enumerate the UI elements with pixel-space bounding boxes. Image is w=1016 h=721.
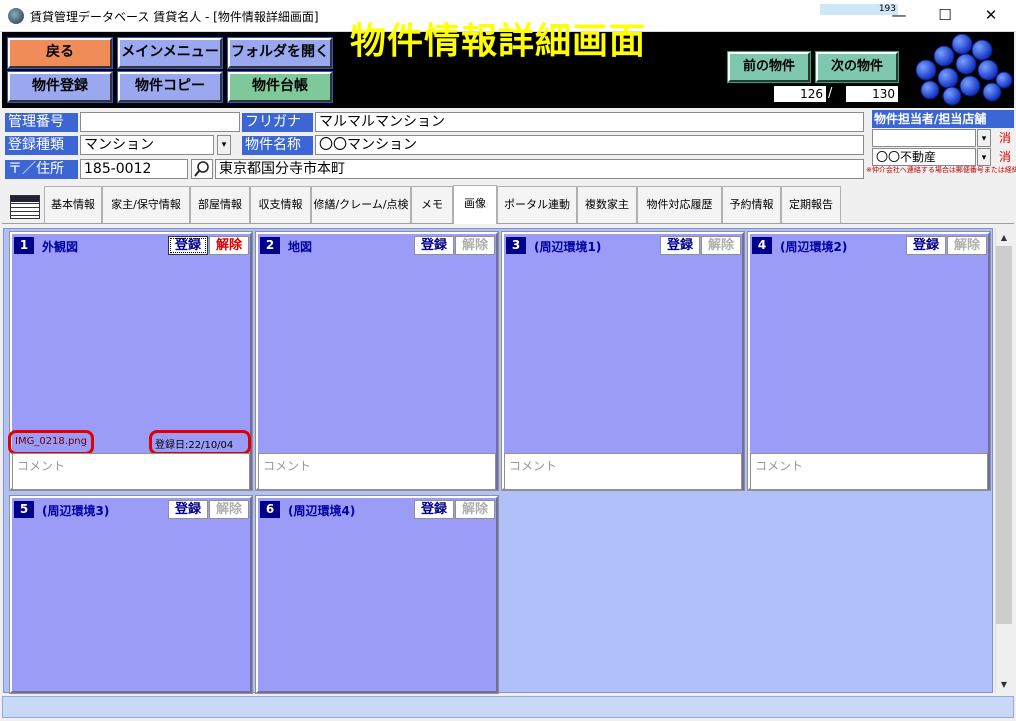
card-title: (周辺環境3) — [42, 504, 110, 518]
tab-periodic-report[interactable]: 定期報告 — [781, 186, 841, 223]
image-filename: IMG_0218.png — [15, 436, 87, 447]
tab-reservation[interactable]: 予約情報 — [722, 186, 781, 223]
store-dropdown-icon[interactable]: ▾ — [977, 148, 991, 166]
image-card-6[interactable] — [255, 495, 499, 694]
comment-input[interactable]: コメント — [12, 453, 250, 490]
card-title: (周辺環境4) — [288, 504, 356, 518]
staff-label: 物件担当者/担当店舗 — [872, 110, 1014, 128]
comment-input[interactable]: コメント — [504, 453, 742, 490]
card-title: (周辺環境1) — [534, 240, 602, 254]
card-number: 1 — [14, 237, 34, 254]
molecule-logo-icon — [915, 34, 1013, 106]
card-title: 地図 — [288, 240, 313, 254]
delete-image-button[interactable]: 解除 — [947, 236, 987, 255]
card-number: 3 — [506, 237, 526, 254]
counter-separator: / — [828, 86, 833, 101]
register-image-button[interactable]: 登録 — [414, 236, 454, 255]
status-bar — [2, 696, 1014, 718]
tab-images[interactable]: 画像 — [453, 185, 497, 224]
tab-finance-info[interactable]: 収支情報 — [250, 186, 311, 223]
scroll-down-icon[interactable]: ▼ — [996, 676, 1012, 693]
staff-select[interactable] — [872, 129, 976, 147]
card-title: 外観図 — [42, 240, 79, 254]
card-number: 6 — [260, 501, 280, 518]
delete-image-button[interactable]: 解除 — [455, 500, 495, 519]
tab-multi-owner[interactable]: 複数家主 — [577, 186, 637, 223]
main-menu-button[interactable]: メインメニュー — [117, 37, 223, 69]
comment-input[interactable]: コメント — [258, 453, 496, 490]
type-label: 登録種類 — [5, 136, 78, 155]
image-card-4[interactable] — [747, 231, 991, 491]
property-ledger-button[interactable]: 物件台帳 — [227, 71, 333, 103]
furigana-label: フリガナ — [242, 113, 313, 132]
scroll-up-icon[interactable]: ▲ — [996, 229, 1012, 246]
image-card-5[interactable] — [9, 495, 253, 694]
type-select[interactable]: マンション — [80, 135, 214, 155]
next-property-button[interactable]: 次の物件 — [815, 51, 899, 83]
total-count: 130 — [846, 86, 898, 102]
card-number: 4 — [752, 237, 772, 254]
tab-room-info[interactable]: 部屋情報 — [190, 186, 250, 223]
tab-repair[interactable]: 修繕/クレーム/点検 — [311, 186, 411, 223]
furigana-input[interactable]: マルマルマンション — [315, 112, 864, 132]
card-number: 5 — [14, 501, 34, 518]
staff-clear-button[interactable]: 消 — [998, 129, 1012, 147]
name-input[interactable]: 〇〇マンション — [315, 135, 864, 155]
tab-owner-info[interactable]: 家主/保守情報 — [102, 186, 190, 223]
store-clear-button[interactable]: 消 — [998, 148, 1012, 166]
tab-basic-info[interactable]: 基本情報 — [44, 186, 102, 223]
address-input[interactable]: 東京都国分寺市本町 — [215, 159, 864, 179]
delete-image-button[interactable]: 解除 — [455, 236, 495, 255]
delete-image-button[interactable]: 解除 — [209, 500, 249, 519]
address-note: ※仲介会社へ連絡する場合は郵便番号または経緯マークより住所を入力して下さい — [866, 166, 1016, 174]
app-icon — [8, 8, 24, 24]
image-card-3[interactable] — [501, 231, 745, 491]
image-registered-date: 登録日:22/10/04 — [155, 440, 234, 451]
tab-memo[interactable]: メモ — [411, 186, 453, 223]
back-button[interactable]: 戻る — [7, 37, 113, 69]
calendar-icon — [10, 195, 40, 219]
register-image-button[interactable]: 登録 — [660, 236, 700, 255]
register-image-button[interactable]: 登録 — [168, 500, 208, 519]
screen-title: 物件情報詳細画面 — [350, 21, 647, 62]
card-title: (周辺環境2) — [780, 240, 848, 254]
mgmt-no-input[interactable] — [80, 112, 240, 132]
image-card-2[interactable] — [255, 231, 499, 491]
open-folder-button[interactable]: フォルダを開く — [227, 37, 333, 69]
tab-history[interactable]: 物件対応履歴 — [637, 186, 722, 223]
postal-input[interactable]: 185-0012 — [80, 159, 188, 179]
auto-code-label: 自動採番物件コード — [724, 8, 814, 19]
register-image-button[interactable]: 登録 — [414, 500, 454, 519]
scrollbar-thumb[interactable] — [996, 246, 1012, 624]
comment-input[interactable]: コメント — [750, 453, 988, 490]
delete-image-button[interactable]: 解除 — [209, 236, 249, 255]
register-property-button[interactable]: 物件登録 — [7, 71, 113, 103]
current-index: 126 — [774, 86, 826, 102]
tab-portal[interactable]: ポータル連動 — [497, 186, 577, 223]
copy-property-button[interactable]: 物件コピー — [117, 71, 223, 103]
auto-code-value: 193 — [820, 4, 898, 15]
register-image-button[interactable]: 登録 — [168, 236, 208, 255]
prev-property-button[interactable]: 前の物件 — [727, 51, 811, 83]
name-label: 物件名称 — [242, 136, 313, 155]
maximize-button[interactable]: ☐ — [922, 0, 968, 31]
search-icon[interactable] — [191, 159, 213, 179]
card-number: 2 — [260, 237, 280, 254]
staff-dropdown-icon[interactable]: ▾ — [977, 129, 991, 147]
type-dropdown-icon[interactable]: ▾ — [217, 135, 231, 155]
window-title: 賃貸管理データベース 賃貸名人 - [物件情報詳細画面] — [30, 10, 319, 24]
delete-image-button[interactable]: 解除 — [701, 236, 741, 255]
store-select[interactable]: 〇〇不動産 — [872, 148, 976, 166]
mgmt-no-label: 管理番号 — [5, 113, 78, 132]
address-label: 〒／住所 — [5, 160, 78, 179]
close-button[interactable]: ✕ — [968, 0, 1014, 31]
register-image-button[interactable]: 登録 — [906, 236, 946, 255]
